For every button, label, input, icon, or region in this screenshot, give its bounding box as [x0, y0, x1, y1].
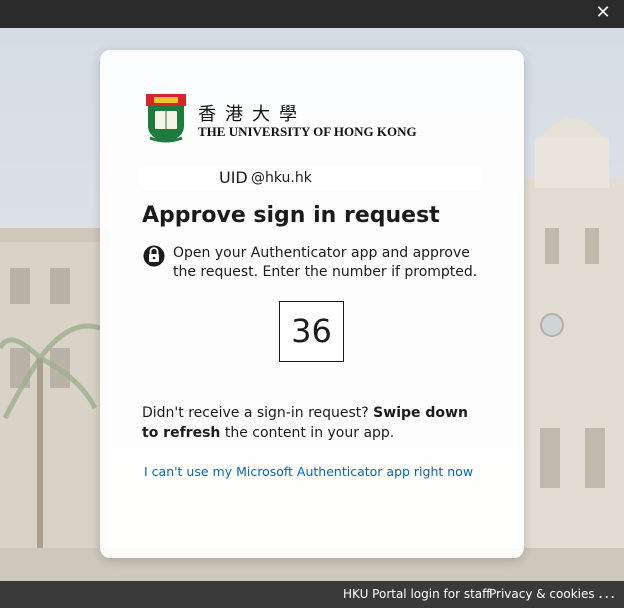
- alternate-method-link[interactable]: I can't use my Microsoft Authenticator a…: [144, 464, 473, 479]
- staff-portal-link[interactable]: HKU Portal login for staff: [343, 587, 490, 601]
- account-uid: UID: [219, 168, 248, 187]
- privacy-cookies-link[interactable]: Privacy & cookies: [489, 587, 595, 601]
- org-name-english: THE UNIVERSITY OF HONG KONG: [198, 124, 417, 139]
- approval-number: 36: [279, 301, 344, 362]
- hku-crest-icon: [146, 94, 186, 143]
- lock-icon: [143, 245, 165, 267]
- more-options-button[interactable]: ...: [598, 583, 616, 602]
- account-identifier: UID @hku.hk: [141, 167, 481, 189]
- account-domain: @hku.hk: [251, 170, 312, 186]
- window-title-bar: ✕: [0, 0, 624, 28]
- page-title: Approve sign in request: [142, 203, 440, 228]
- footer-bar: HKU Portal login for staff Privacy & coo…: [0, 581, 624, 608]
- no-request-suffix: the content in your app.: [220, 425, 395, 441]
- instructions-text: Open your Authenticator app and approve …: [173, 245, 478, 280]
- no-request-prefix: Didn't receive a sign-in request?: [142, 405, 374, 421]
- org-name-chinese: 香港大學: [198, 104, 306, 125]
- hku-logo: 香港大學 THE UNIVERSITY OF HONG KONG: [146, 94, 417, 150]
- no-request-text: Didn't receive a sign-in request? Swipe …: [142, 403, 482, 443]
- close-icon[interactable]: ✕: [582, 0, 624, 28]
- sign-in-card: 香港大學 THE UNIVERSITY OF HONG KONG UID @hk…: [100, 50, 524, 558]
